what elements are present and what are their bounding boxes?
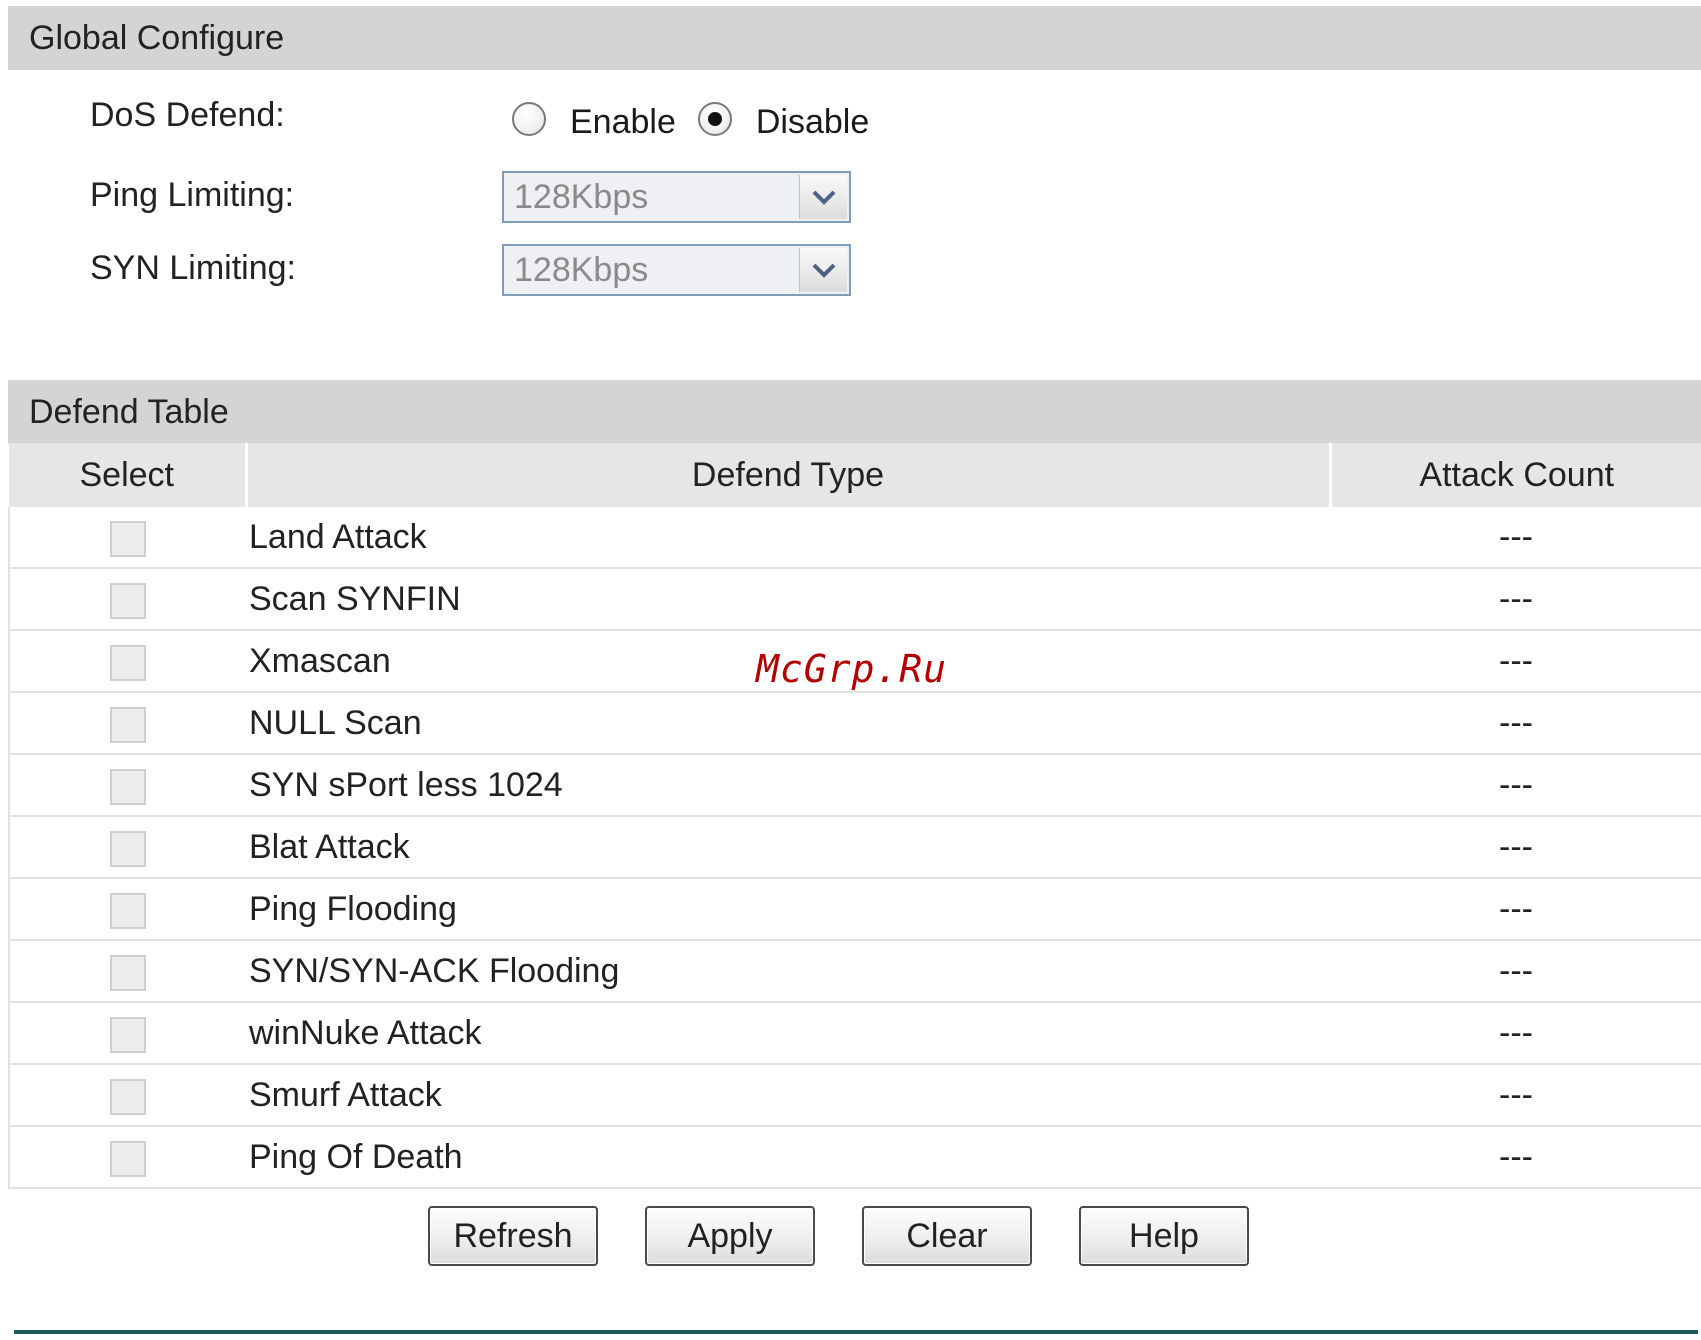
- row-select-checkbox[interactable]: [110, 830, 146, 867]
- select-cell: [8, 692, 246, 755]
- defend-table-body: Land Attack --- Scan SYNFIN --- Xmascan --- NU…: [8, 507, 1701, 1189]
- clear-button[interactable]: Clear: [862, 1206, 1032, 1266]
- dos-defend-enable-radio[interactable]: [512, 102, 546, 136]
- ping-limiting-dropdown-button[interactable]: [799, 175, 847, 219]
- defend-type-cell: Scan SYNFIN: [246, 568, 1330, 631]
- attack-count-cell: ---: [1330, 692, 1701, 755]
- select-cell: [8, 568, 246, 631]
- table-row: winNuke Attack ---: [8, 1002, 1701, 1065]
- attack-count-cell: ---: [1330, 940, 1701, 1003]
- help-button[interactable]: Help: [1079, 1206, 1249, 1266]
- attack-count-cell: ---: [1330, 630, 1701, 693]
- table-row: Blat Attack ---: [8, 816, 1701, 879]
- table-row: Smurf Attack ---: [8, 1064, 1701, 1127]
- row-select-checkbox[interactable]: [110, 954, 146, 991]
- dos-defend-disable-label[interactable]: Disable: [756, 103, 869, 142]
- row-select-checkbox[interactable]: [110, 520, 146, 557]
- defend-table-header-row: Select Defend Type Attack Count: [9, 443, 1701, 507]
- global-configure-header: Global Configure: [8, 6, 1701, 70]
- syn-limiting-dropdown-button[interactable]: [799, 248, 847, 292]
- table-row: SYN/SYN-ACK Flooding ---: [8, 940, 1701, 1003]
- attack-count-cell: ---: [1330, 1002, 1701, 1065]
- column-header-defend-type: Defend Type: [244, 443, 1330, 507]
- attack-count-cell: ---: [1330, 816, 1701, 879]
- defend-type-cell: SYN sPort less 1024: [246, 754, 1330, 817]
- dos-defend-radio-group: Enable Disable: [512, 95, 891, 143]
- defend-type-cell: Ping Flooding: [246, 878, 1330, 941]
- column-header-attack-count: Attack Count: [1328, 443, 1701, 507]
- table-row: Ping Of Death ---: [8, 1126, 1701, 1189]
- apply-button[interactable]: Apply: [645, 1206, 815, 1266]
- table-row: SYN sPort less 1024 ---: [8, 754, 1701, 817]
- syn-limiting-value: 128Kbps: [514, 251, 649, 289]
- select-cell: [8, 507, 246, 569]
- syn-limiting-label: SYN Limiting:: [90, 249, 296, 287]
- select-cell: [8, 816, 246, 879]
- defend-table-header: Defend Table: [8, 380, 1701, 444]
- select-cell: [8, 630, 246, 693]
- defend-table-title: Defend Table: [29, 393, 229, 431]
- row-select-checkbox[interactable]: [110, 706, 146, 743]
- row-select-checkbox[interactable]: [110, 892, 146, 929]
- table-row: Ping Flooding ---: [8, 878, 1701, 941]
- syn-limiting-select[interactable]: 128Kbps: [502, 244, 851, 296]
- select-cell: [8, 1126, 246, 1189]
- row-select-checkbox[interactable]: [110, 644, 146, 681]
- refresh-button[interactable]: Refresh: [428, 1206, 598, 1266]
- table-row: Scan SYNFIN ---: [8, 568, 1701, 631]
- defend-table: Select Defend Type Attack Count Land Att…: [8, 443, 1701, 1189]
- attack-count-cell: ---: [1330, 1126, 1701, 1189]
- table-row: Land Attack ---: [8, 507, 1701, 569]
- defend-type-cell: SYN/SYN-ACK Flooding: [246, 940, 1330, 1003]
- column-header-select: Select: [9, 443, 246, 507]
- global-configure-title: Global Configure: [29, 19, 285, 57]
- attack-count-cell: ---: [1330, 878, 1701, 941]
- attack-count-cell: ---: [1330, 568, 1701, 631]
- attack-count-cell: ---: [1330, 507, 1701, 569]
- select-cell: [8, 878, 246, 941]
- watermark-text: McGrp.Ru: [756, 647, 948, 691]
- dos-defend-enable-label[interactable]: Enable: [570, 103, 676, 142]
- chevron-down-icon: [812, 190, 836, 205]
- attack-count-cell: ---: [1330, 754, 1701, 817]
- row-select-checkbox[interactable]: [110, 768, 146, 805]
- dos-defend-disable-radio[interactable]: [697, 102, 732, 136]
- ping-limiting-select[interactable]: 128Kbps: [502, 171, 851, 223]
- row-select-checkbox[interactable]: [110, 582, 146, 619]
- defend-type-cell: winNuke Attack: [246, 1002, 1330, 1065]
- select-cell: [8, 754, 246, 817]
- select-cell: [8, 1002, 246, 1065]
- select-cell: [8, 1064, 246, 1127]
- defend-type-cell: Land Attack: [246, 507, 1330, 569]
- dos-defend-label: DoS Defend:: [90, 96, 285, 134]
- row-select-checkbox[interactable]: [110, 1016, 146, 1053]
- footer-divider: [14, 1330, 1698, 1334]
- attack-count-cell: ---: [1330, 1064, 1701, 1127]
- defend-type-cell: NULL Scan: [246, 692, 1330, 755]
- chevron-down-icon: [812, 263, 836, 278]
- defend-type-cell: Blat Attack: [246, 816, 1330, 879]
- row-select-checkbox[interactable]: [110, 1140, 146, 1177]
- select-cell: [8, 940, 246, 1003]
- ping-limiting-value: 128Kbps: [514, 178, 649, 216]
- row-select-checkbox[interactable]: [110, 1078, 146, 1115]
- defend-type-cell: Ping Of Death: [246, 1126, 1330, 1189]
- table-row: NULL Scan ---: [8, 692, 1701, 755]
- ping-limiting-label: Ping Limiting:: [90, 176, 295, 214]
- action-buttons: Refresh Apply Clear Help: [428, 1206, 1296, 1266]
- defend-type-cell: Smurf Attack: [246, 1064, 1330, 1127]
